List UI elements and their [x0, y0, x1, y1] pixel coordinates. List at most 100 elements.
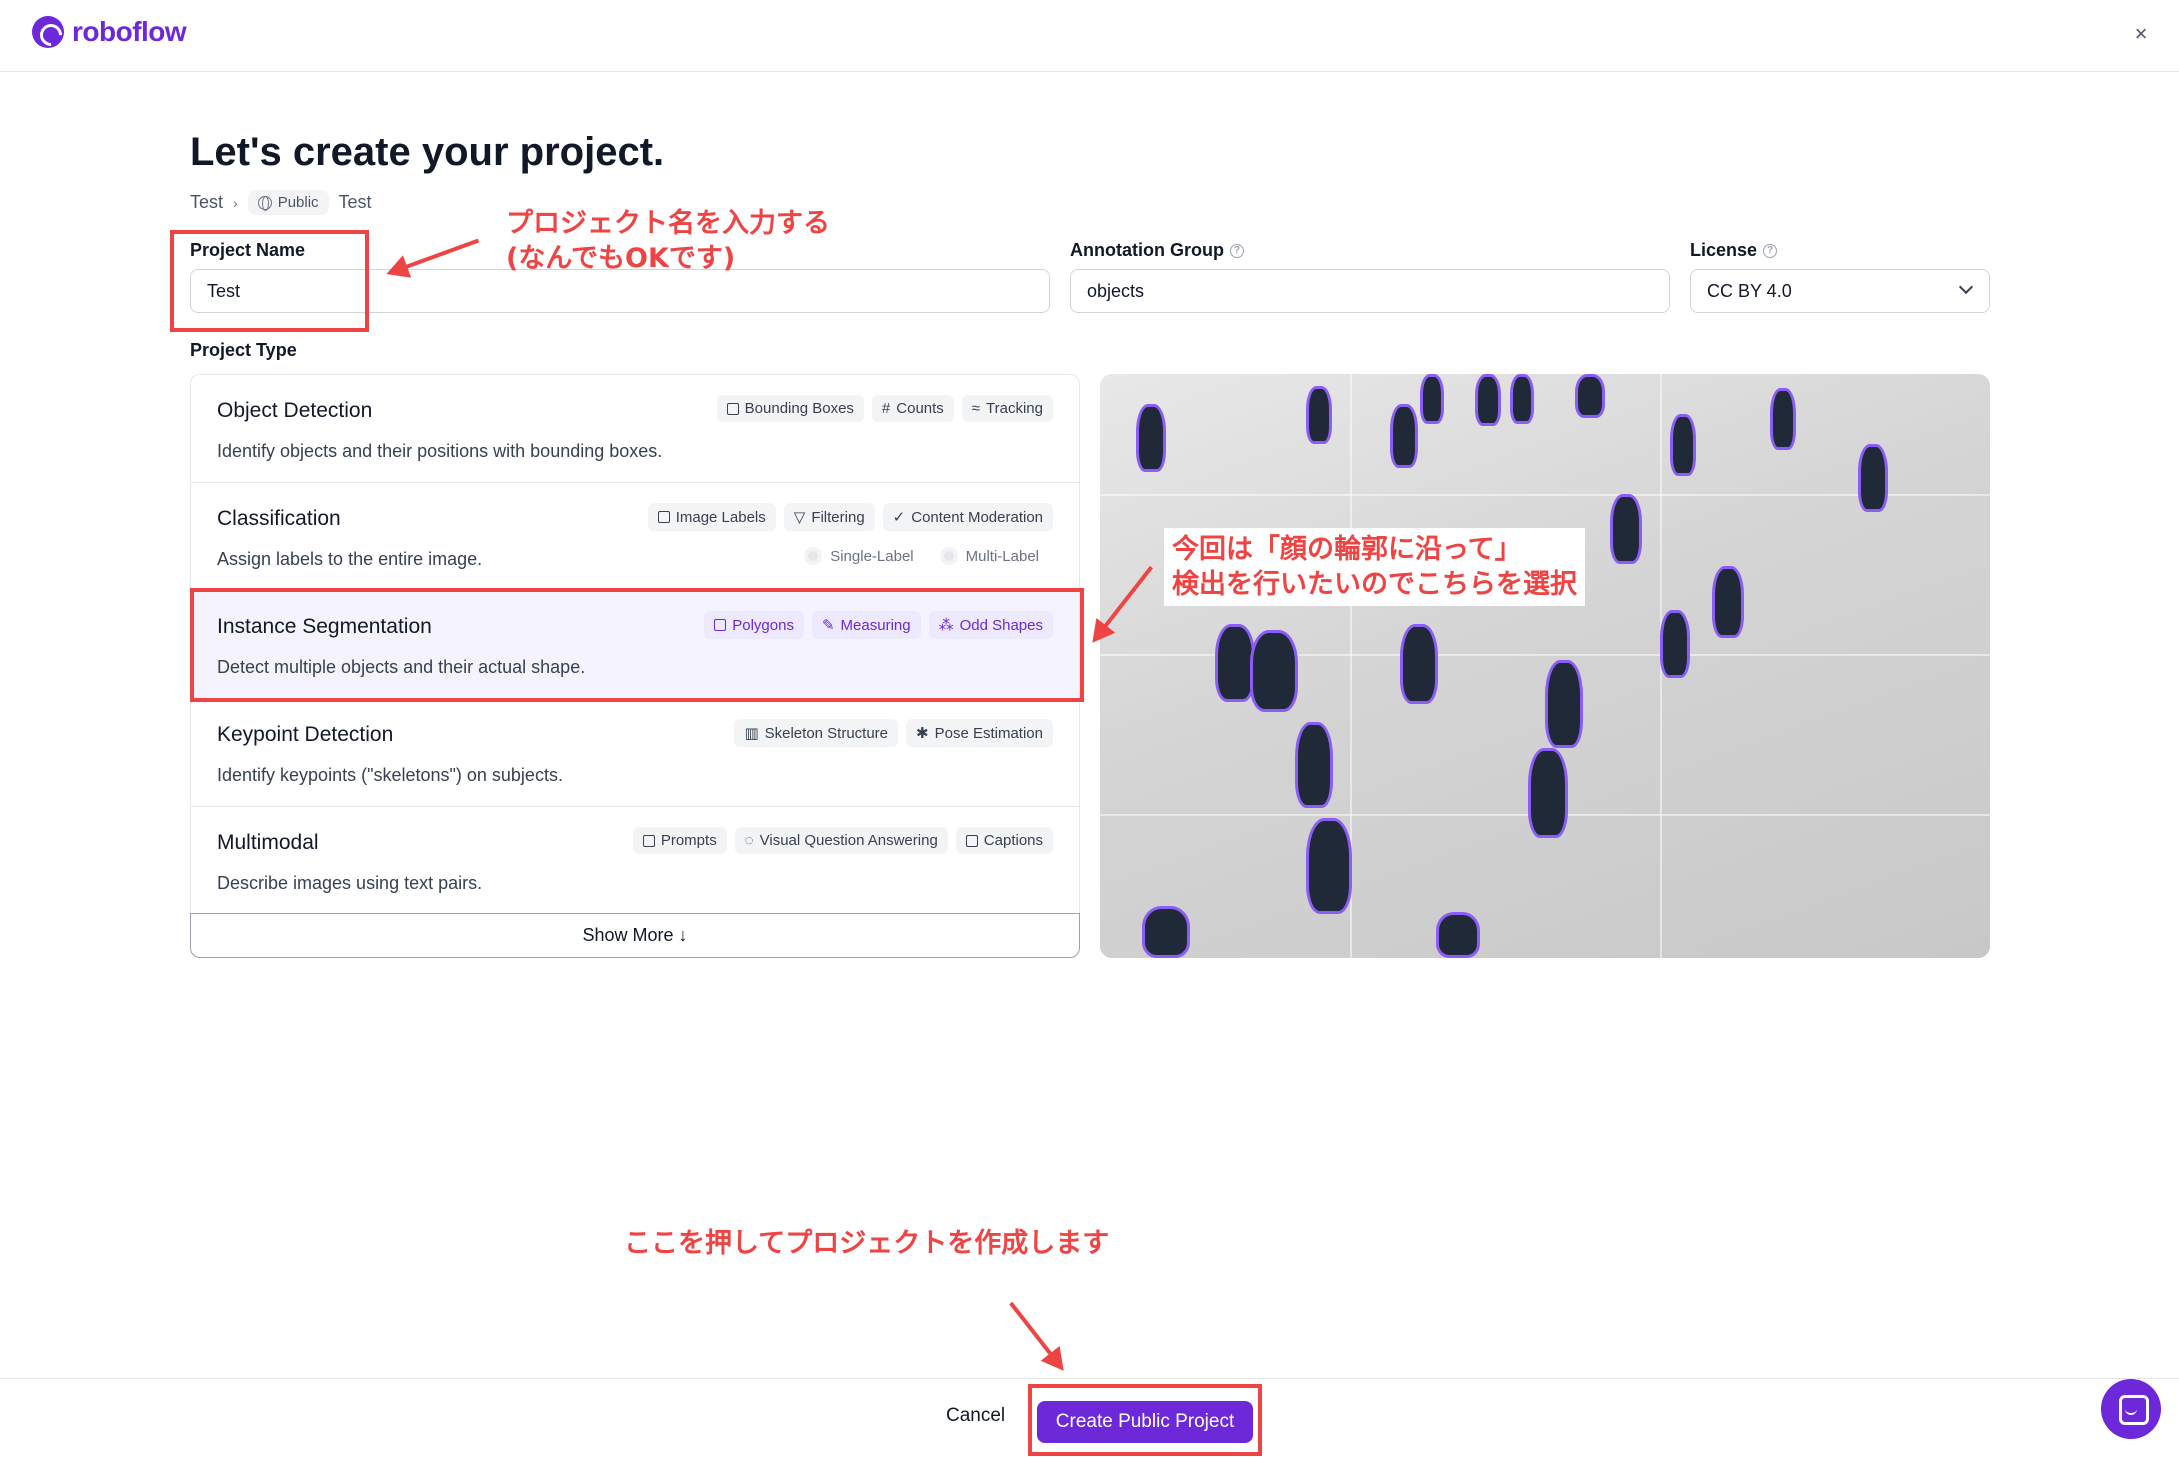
- breadcrumb-project: Test: [338, 192, 372, 212]
- segmented-person: [1400, 624, 1438, 704]
- tag-label: Bounding Boxes: [744, 400, 854, 417]
- segmented-person: [1610, 494, 1642, 564]
- type-name: Object Detection: [217, 399, 373, 422]
- segmented-person: [1136, 404, 1166, 472]
- tag-label: Tracking: [986, 400, 1043, 417]
- classification-mode: Single-Label Multi-Label: [804, 547, 1039, 565]
- tag-counts: # Counts: [871, 395, 954, 422]
- project-type-multimodal[interactable]: Multimodal Describe images using text pa…: [191, 807, 1079, 915]
- radio-label: Single-Label: [830, 547, 914, 565]
- roboflow-logo-icon: [32, 16, 64, 48]
- globe-icon: [257, 195, 272, 211]
- segmented-person: [1475, 374, 1501, 426]
- annotation-group-label: Annotation Group ?: [1070, 240, 1244, 261]
- annotation-group-input[interactable]: objects: [1070, 269, 1670, 313]
- annotation-group-label-text: Annotation Group: [1070, 240, 1224, 260]
- filter-icon: ▽: [793, 509, 806, 526]
- image-icon: [965, 834, 978, 847]
- segmented-person: [1528, 748, 1568, 838]
- segmented-person: [1660, 610, 1690, 678]
- license-label: License ?: [1690, 240, 1778, 261]
- type-description: Assign labels to the entire image.: [217, 549, 483, 569]
- instance-segmentation-highlight: [190, 588, 1084, 702]
- segmented-person: [1670, 414, 1696, 476]
- name-annotation: プロジェクト名を入力する (なんでもOKです): [506, 206, 830, 276]
- segmented-person: [1436, 912, 1480, 958]
- help-icon[interactable]: ?: [1229, 243, 1244, 258]
- segmented-person: [1575, 374, 1605, 418]
- tag-bounding-boxes: Bounding Boxes: [716, 395, 864, 422]
- tag-label: Prompts: [660, 832, 717, 849]
- breadcrumb: Test › Public Test: [190, 190, 372, 215]
- project-type-keypoint-detection[interactable]: Keypoint Detection Identify keypoints ("…: [191, 699, 1079, 807]
- license-select[interactable]: CC BY 4.0: [1690, 269, 1990, 313]
- license-value: CC BY 4.0: [1707, 280, 1792, 301]
- breadcrumb-workspace[interactable]: Test: [190, 192, 223, 213]
- check-icon: ✓: [892, 509, 906, 526]
- tag-label: Filtering: [811, 508, 865, 526]
- roboflow-logo[interactable]: roboflow: [32, 16, 187, 48]
- type-tags: Bounding Boxes # Counts ≈ Tracking: [716, 395, 1053, 422]
- tag-label: Visual Question Answering: [759, 832, 938, 849]
- project-type-label: Project Type: [190, 340, 297, 361]
- type-name: Multimodal: [217, 831, 319, 854]
- chevron-right-icon: ›: [233, 194, 238, 211]
- segmented-person: [1250, 630, 1298, 712]
- type-description: Identify keypoints ("skeletons") on subj…: [217, 765, 563, 785]
- annotation-group-value: objects: [1087, 280, 1145, 301]
- logo-text: roboflow: [72, 16, 187, 47]
- tag-label: Captions: [983, 832, 1043, 849]
- radio-icon: [939, 547, 958, 565]
- segmentation-annotation: 今回は「顔の輪郭に沿って」 検出を行いたいのでこちらを選択: [1164, 528, 1585, 606]
- segmented-person: [1306, 818, 1352, 914]
- radio-single-label[interactable]: Single-Label: [804, 547, 914, 565]
- tag-pose-estimation: ✱ Pose Estimation: [906, 719, 1053, 747]
- segmented-person: [1712, 566, 1744, 638]
- tag-filtering: ▽ Filtering: [783, 503, 875, 531]
- arrow-icon: [1009, 1301, 1062, 1368]
- project-type-label-text: Project Type: [190, 340, 297, 360]
- type-tags: Prompts ◌ Visual Question Answering Capti…: [632, 827, 1053, 854]
- cancel-button[interactable]: Cancel: [946, 1405, 1005, 1427]
- type-description: Identify objects and their positions wit…: [217, 441, 663, 461]
- type-tags: Image Labels ▽ Filtering ✓ Content Moderat…: [647, 503, 1053, 531]
- top-bar: roboflow ×: [0, 0, 2179, 72]
- close-icon[interactable]: ×: [2125, 18, 2157, 50]
- tag-tracking: ≈ Tracking: [961, 395, 1053, 422]
- visibility-label: Public: [277, 194, 319, 211]
- type-tags: ▥ Skeleton Structure ✱ Pose Estimation: [734, 719, 1053, 747]
- radio-icon: [804, 547, 823, 565]
- tag-label: Pose Estimation: [934, 724, 1043, 742]
- segmented-person: [1306, 386, 1332, 444]
- show-more-button[interactable]: Show More ↓: [190, 913, 1080, 958]
- name-annotation-line1: プロジェクト名を入力する: [506, 208, 830, 239]
- segmentation-annotation-line1: 今回は「顔の輪郭に沿って」: [1172, 534, 1522, 565]
- chevron-down-icon: [1958, 279, 1974, 295]
- chat-support-icon[interactable]: [2101, 1379, 2161, 1439]
- segmented-person: [1295, 722, 1333, 808]
- segmented-person: [1770, 388, 1796, 450]
- name-annotation-line2: (なんでもOKです): [506, 243, 736, 274]
- project-type-object-detection[interactable]: Object Detection Identify objects and th…: [191, 375, 1079, 483]
- project-name-highlight: [170, 230, 369, 332]
- tag-image-labels: Image Labels: [647, 503, 776, 531]
- segmented-person: [1510, 374, 1534, 424]
- tracking-icon: ≈: [971, 400, 981, 417]
- project-type-classification[interactable]: Classification Assign labels to the enti…: [191, 483, 1079, 591]
- tag-label: Image Labels: [675, 508, 766, 526]
- tag-skeleton-structure: ▥ Skeleton Structure: [734, 719, 899, 747]
- tag-label: Content Moderation: [911, 508, 1043, 526]
- radio-multi-label[interactable]: Multi-Label: [939, 547, 1039, 565]
- segmented-person: [1545, 660, 1583, 748]
- hash-icon: #: [881, 400, 891, 417]
- bounding-box-icon: [726, 402, 739, 415]
- skeleton-icon: ▥: [744, 725, 759, 742]
- instance-segmentation-preview-image: [1100, 374, 1990, 958]
- prompt-icon: [642, 834, 655, 847]
- help-icon[interactable]: ?: [1763, 243, 1778, 258]
- tag-label: Counts: [896, 400, 944, 417]
- tag-captions: Captions: [955, 827, 1053, 854]
- segmentation-annotation-line2: 検出を行いたいのでこちらを選択: [1172, 569, 1577, 600]
- create-button-highlight: [1028, 1384, 1262, 1456]
- segmented-person: [1215, 624, 1255, 702]
